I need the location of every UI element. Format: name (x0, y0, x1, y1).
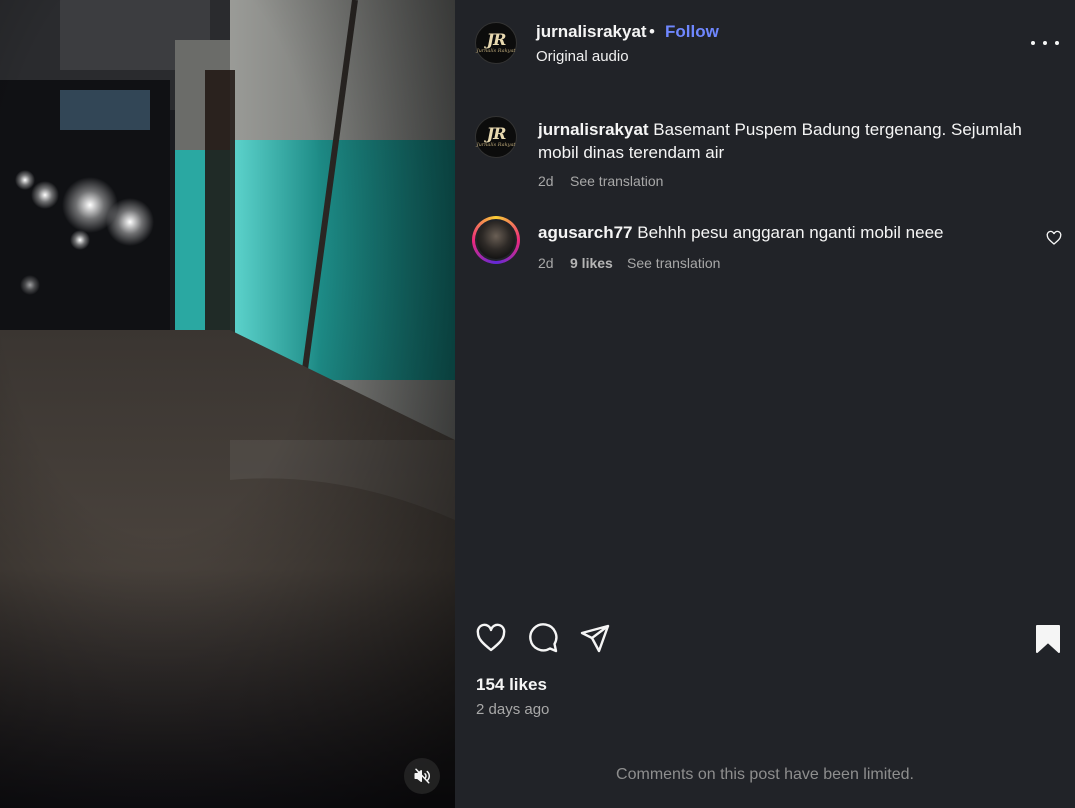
author-avatar[interactable]: JR Jurnalis Rakyat (475, 22, 517, 64)
author-username[interactable]: jurnalisrakyat (536, 22, 647, 42)
comment-see-translation[interactable]: See translation (627, 255, 720, 271)
speaker-muted-icon (414, 768, 430, 784)
caption-see-translation[interactable]: See translation (570, 173, 663, 189)
post-timestamp[interactable]: 2 days ago (476, 701, 549, 718)
more-options-icon[interactable] (1031, 34, 1059, 52)
comments-limited-notice: Comments on this post have been limited. (616, 766, 914, 783)
comment-avatar[interactable] (472, 216, 520, 264)
paper-plane-icon[interactable] (579, 622, 611, 654)
likes-count[interactable]: 154 likes (476, 675, 547, 695)
audio-label[interactable]: Original audio (536, 48, 629, 65)
comment-age[interactable]: 2d (538, 255, 554, 271)
mute-toggle-button[interactable] (404, 758, 440, 794)
caption-username[interactable]: jurnalisrakyat (538, 120, 649, 139)
action-bar (475, 622, 611, 654)
caption-avatar[interactable]: JR Jurnalis Rakyat (475, 116, 517, 158)
avatar-ring-gap (475, 219, 517, 261)
video-player[interactable] (0, 0, 455, 808)
post-viewer: JR Jurnalis Rakyat jurnalisrakyat • Foll… (0, 0, 1075, 808)
avatar-subtitle: Jurnalis Rakyat (476, 142, 516, 148)
comment: agusarch77 Behhh pesu anggaran nganti mo… (538, 221, 1018, 244)
comment-likes[interactable]: 9 likes (570, 255, 613, 271)
bookmark-filled-icon[interactable] (1034, 624, 1062, 654)
heart-icon[interactable] (475, 622, 507, 654)
video-frame (0, 0, 455, 808)
caption-age[interactable]: 2d (538, 173, 554, 189)
comment-text: Behhh pesu anggaran nganti mobil neee (637, 223, 944, 242)
comment-heart-icon[interactable] (1046, 230, 1062, 246)
follow-button[interactable]: Follow (665, 22, 719, 42)
more-dot (1055, 41, 1059, 45)
post-caption: jurnalisrakyat Basemant Puspem Badung te… (538, 118, 1038, 164)
avatar-monogram: JR (486, 124, 507, 143)
avatar-monogram: JR (486, 30, 507, 49)
avatar-subtitle: Jurnalis Rakyat (476, 48, 516, 54)
more-dot (1031, 41, 1035, 45)
post-details-panel: JR Jurnalis Rakyat jurnalisrakyat • Foll… (455, 0, 1075, 808)
comment-username[interactable]: agusarch77 (538, 223, 633, 242)
commenter-photo (477, 221, 515, 259)
more-dot (1043, 41, 1047, 45)
separator-dot: • (649, 22, 655, 41)
comment-bubble-icon[interactable] (527, 622, 559, 654)
